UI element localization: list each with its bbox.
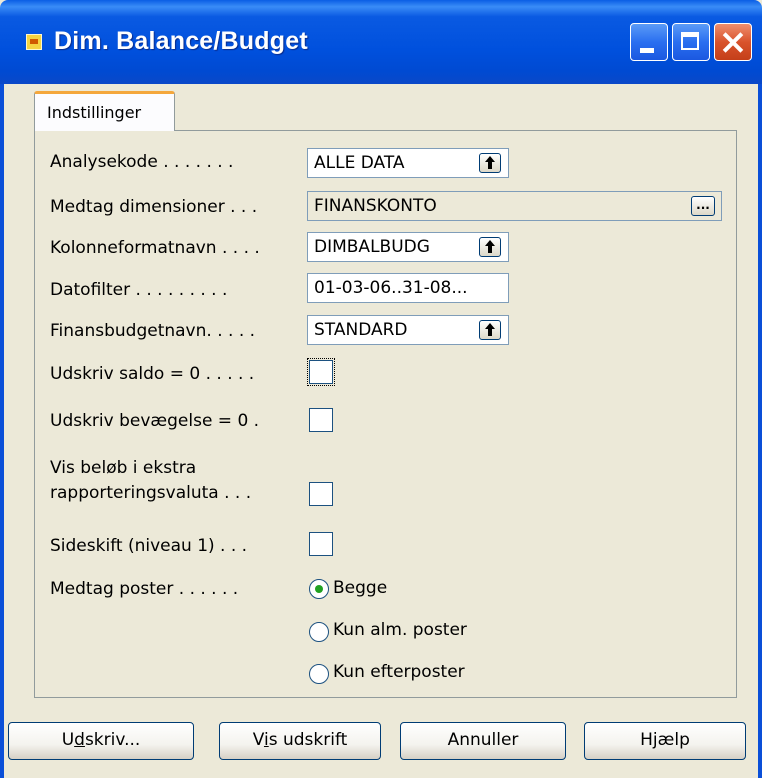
udskriv-saldo-label: Udskriv saldo = 0 . . . . .	[50, 364, 255, 384]
medtag-dimensioner-label: Medtag dimensioner . . .	[50, 197, 258, 217]
kolonneformatnavn-label: Kolonneformatnavn . . . .	[50, 238, 260, 258]
analysekode-field[interactable]: ALLE DATA	[307, 148, 509, 178]
sideskift-checkbox[interactable]	[309, 532, 333, 556]
window-border-left	[0, 84, 4, 778]
close-button[interactable]	[714, 23, 752, 61]
maximize-button[interactable]	[672, 23, 710, 61]
tab-indstillinger[interactable]: Indstillinger	[34, 91, 175, 131]
tab-label: Indstillinger	[47, 103, 142, 122]
medtag-dimensioner-field[interactable]: FINANSKONTO ...	[307, 191, 722, 221]
analysekode-label: Analysekode . . . . . . .	[50, 152, 234, 172]
udskriv-bevaegelse-checkbox[interactable]	[309, 408, 333, 432]
medtag-poster-label: Medtag poster . . . . . .	[50, 579, 239, 599]
annuller-button[interactable]: Annuller	[400, 722, 566, 760]
radio-kun-alm-poster[interactable]	[309, 622, 329, 642]
udskriv-saldo-checkbox[interactable]	[307, 358, 335, 386]
lookup-arrow-icon[interactable]	[479, 320, 501, 340]
kolonneformatnavn-field[interactable]: DIMBALBUDG	[307, 232, 509, 262]
radio-begge[interactable]	[309, 579, 329, 599]
vis-beloeb-label-line1: Vis beløb i ekstra	[50, 458, 197, 478]
radio-kun-efterposter-label[interactable]: Kun efterposter	[333, 662, 465, 682]
sideskift-label: Sideskift (niveau 1) . . .	[50, 536, 248, 556]
medtag-dimensioner-value: FINANSKONTO	[314, 196, 437, 216]
ellipsis-button[interactable]: ...	[691, 196, 715, 216]
udskriv-button[interactable]: Udskriv...	[8, 722, 194, 760]
window-border-right	[758, 84, 762, 778]
app-icon	[26, 34, 42, 50]
vis-udskrift-button[interactable]: Vis udskrift	[219, 722, 381, 760]
datofilter-field[interactable]: 01-03-06..31-08...	[307, 273, 509, 303]
lookup-arrow-icon[interactable]	[479, 153, 501, 173]
finansbudgetnavn-label: Finansbudgetnavn. . . . .	[50, 321, 256, 341]
finansbudgetnavn-value: STANDARD	[314, 320, 408, 340]
radio-begge-label[interactable]: Begge	[333, 578, 387, 598]
analysekode-value: ALLE DATA	[314, 153, 405, 173]
udskriv-bevaegelse-label: Udskriv bevægelse = 0 .	[50, 411, 260, 431]
datofilter-label: Datofilter . . . . . . . . .	[50, 280, 228, 300]
finansbudgetnavn-field[interactable]: STANDARD	[307, 315, 509, 345]
vis-beloeb-checkbox[interactable]	[309, 482, 333, 506]
vis-beloeb-label-line2: rapporteringsvaluta . . .	[50, 483, 252, 503]
hjaelp-button[interactable]: Hjælp	[584, 722, 746, 760]
dialog-window: Dim. Balance/Budget Indstillinger Analys…	[0, 0, 762, 778]
window-title: Dim. Balance/Budget	[54, 27, 308, 55]
radio-kun-efterposter[interactable]	[309, 664, 329, 684]
lookup-arrow-icon[interactable]	[479, 237, 501, 257]
kolonneformatnavn-value: DIMBALBUDG	[314, 237, 430, 257]
title-bar[interactable]: Dim. Balance/Budget	[0, 0, 762, 84]
radio-kun-alm-poster-label[interactable]: Kun alm. poster	[333, 620, 467, 640]
minimize-button[interactable]	[630, 23, 668, 61]
